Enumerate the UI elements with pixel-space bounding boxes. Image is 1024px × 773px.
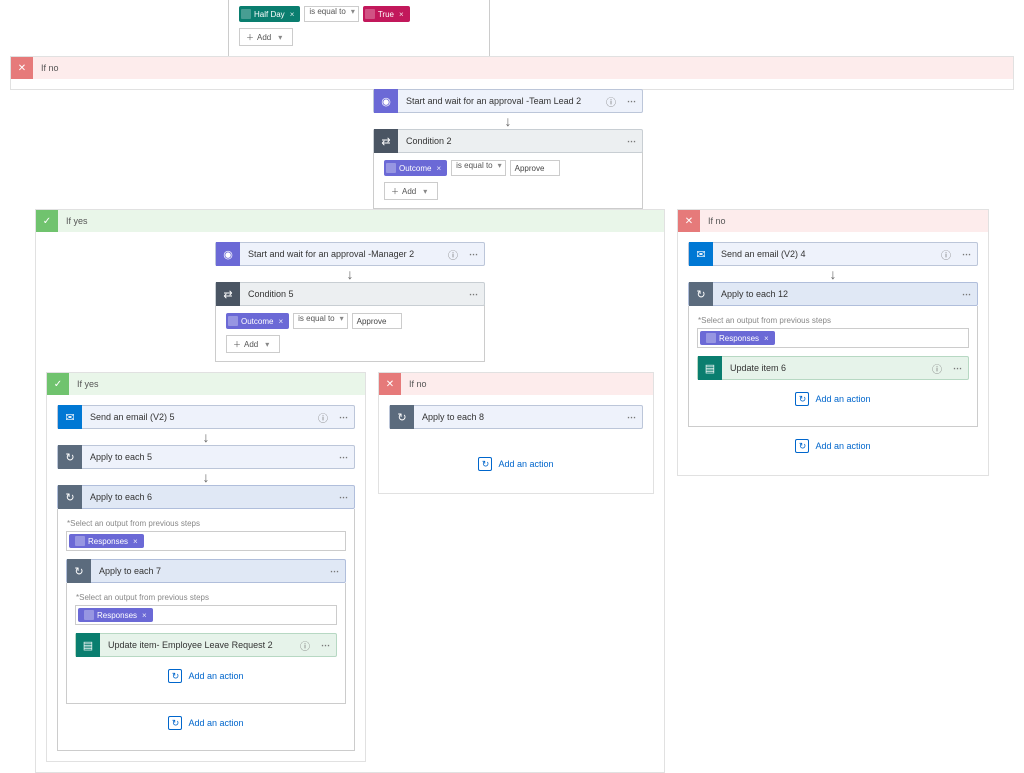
check-icon: ✓ bbox=[47, 373, 69, 395]
close-icon[interactable]: × bbox=[399, 10, 404, 19]
more-icon[interactable]: ⋯ bbox=[464, 249, 484, 260]
x-icon: ✕ bbox=[379, 373, 401, 395]
more-icon[interactable]: ⋯ bbox=[334, 452, 354, 463]
branch-header-if-no: ✕ If no bbox=[379, 373, 653, 395]
token-responses[interactable]: Responses× bbox=[700, 331, 775, 345]
responses-input[interactable]: Responses× bbox=[75, 605, 337, 625]
step-approval-teamlead2[interactable]: ◉ Start and wait for an approval -Team L… bbox=[373, 89, 643, 113]
select-output-label: *Select an output from previous steps bbox=[76, 593, 337, 602]
arrow-down-icon: ↓ bbox=[373, 113, 643, 129]
arrow-down-icon: ↓ bbox=[57, 469, 355, 485]
add-row-button[interactable]: ＋Add▾ bbox=[239, 28, 293, 46]
responses-input[interactable]: Responses× bbox=[697, 328, 969, 348]
step-condition2[interactable]: ⇄ Condition 2 ⋯ bbox=[373, 129, 643, 153]
step-condition5[interactable]: ⇄ Condition 5 ⋯ bbox=[215, 282, 485, 306]
sharepoint-icon: ▤ bbox=[698, 356, 722, 380]
sharepoint-icon: ▤ bbox=[76, 633, 100, 657]
step-apply-each-5[interactable]: ↻ Apply to each 5 ⋯ bbox=[57, 445, 355, 469]
approval-icon: ◉ bbox=[374, 89, 398, 113]
add-action-button[interactable]: ↻Add an action bbox=[688, 427, 978, 465]
step-apply-each-8[interactable]: ↻ Apply to each 8 ⋯ bbox=[389, 405, 643, 429]
more-icon[interactable]: ⋯ bbox=[622, 136, 642, 147]
responses-input[interactable]: Responses× bbox=[66, 531, 346, 551]
value-input[interactable]: Approve bbox=[352, 313, 402, 329]
value-input[interactable]: Approve bbox=[510, 160, 560, 176]
step-send-email-5[interactable]: ✉ Send an email (V2) 5 ⓘ ⋯ bbox=[57, 405, 355, 429]
x-icon: ✕ bbox=[678, 210, 700, 232]
add-action-button[interactable]: ↻Add an action bbox=[66, 704, 346, 742]
add-action-button[interactable]: ↻Add an action bbox=[389, 429, 643, 483]
mail-icon: ✉ bbox=[689, 242, 713, 266]
top-condition-fragment: Half Day× is equal to True× ＋Add▾ bbox=[228, 0, 490, 57]
info-icon[interactable]: ⓘ bbox=[318, 410, 334, 425]
step-apply-each-12[interactable]: ↻ Apply to each 12 ⋯ bbox=[688, 282, 978, 306]
approval-icon: ◉ bbox=[216, 242, 240, 266]
more-icon[interactable]: ⋯ bbox=[948, 363, 968, 374]
step-approval-manager2[interactable]: ◉ Start and wait for an approval -Manage… bbox=[215, 242, 485, 266]
close-icon[interactable]: × bbox=[436, 164, 441, 173]
condition-icon: ⇄ bbox=[374, 129, 398, 153]
more-icon[interactable]: ⋯ bbox=[334, 492, 354, 503]
branch-header-if-yes: ✓ If yes bbox=[47, 373, 365, 395]
token-outcome[interactable]: Outcome× bbox=[226, 313, 289, 329]
token-responses[interactable]: Responses× bbox=[78, 608, 153, 622]
branch-header-if-yes: ✓ If yes bbox=[36, 210, 664, 232]
condition-icon: ⇄ bbox=[216, 282, 240, 306]
step-update-item-employee[interactable]: ▤ Update item- Employee Leave Request 2 … bbox=[75, 633, 337, 657]
if-no-branch-1: ✕ If no ◉ Start and wait for an approval… bbox=[10, 56, 1014, 90]
add-row-button[interactable]: ＋Add▾ bbox=[384, 182, 438, 200]
operator-select[interactable]: is equal to bbox=[293, 313, 347, 329]
step-apply-each-6[interactable]: ↻ Apply to each 6 ⋯ bbox=[57, 485, 355, 509]
loop-icon: ↻ bbox=[689, 282, 713, 306]
info-icon[interactable]: ⓘ bbox=[300, 638, 316, 653]
operator-select[interactable]: is equal to bbox=[451, 160, 505, 176]
mail-icon: ✉ bbox=[58, 405, 82, 429]
close-icon[interactable]: × bbox=[278, 317, 283, 326]
check-icon: ✓ bbox=[36, 210, 58, 232]
loop-icon: ↻ bbox=[67, 559, 91, 583]
more-icon[interactable]: ⋯ bbox=[622, 96, 642, 107]
x-icon: ✕ bbox=[11, 57, 33, 79]
loop-icon: ↻ bbox=[58, 445, 82, 469]
more-icon[interactable]: ⋯ bbox=[957, 249, 977, 260]
more-icon[interactable]: ⋯ bbox=[957, 289, 977, 300]
arrow-down-icon: ↓ bbox=[215, 266, 485, 282]
step-update-item-6[interactable]: ▤ Update item 6 ⓘ ⋯ bbox=[697, 356, 969, 380]
add-action-button[interactable]: ↻Add an action bbox=[75, 657, 337, 695]
arrow-down-icon: ↓ bbox=[688, 266, 978, 282]
add-row-button[interactable]: ＋Add▾ bbox=[226, 335, 280, 353]
token-half-day[interactable]: Half Day× bbox=[239, 6, 300, 22]
more-icon[interactable]: ⋯ bbox=[316, 640, 336, 651]
operator-select[interactable]: is equal to bbox=[304, 6, 358, 22]
info-icon[interactable]: ⓘ bbox=[448, 247, 464, 262]
add-action-button[interactable]: ↻Add an action bbox=[697, 380, 969, 418]
branch-header-if-no: ✕ If no bbox=[678, 210, 988, 232]
info-icon[interactable]: ⓘ bbox=[932, 361, 948, 376]
info-icon[interactable]: ⓘ bbox=[606, 94, 622, 109]
step-send-email-4[interactable]: ✉ Send an email (V2) 4 ⓘ ⋯ bbox=[688, 242, 978, 266]
select-output-label: *Select an output from previous steps bbox=[67, 519, 346, 528]
step-apply-each-7[interactable]: ↻ Apply to each 7 ⋯ bbox=[66, 559, 346, 583]
arrow-down-icon: ↓ bbox=[57, 429, 355, 445]
token-outcome[interactable]: Outcome× bbox=[384, 160, 447, 176]
select-output-label: *Select an output from previous steps bbox=[698, 316, 969, 325]
more-icon[interactable]: ⋯ bbox=[622, 412, 642, 423]
loop-icon: ↻ bbox=[390, 405, 414, 429]
more-icon[interactable]: ⋯ bbox=[325, 566, 345, 577]
token-responses[interactable]: Responses× bbox=[69, 534, 144, 548]
close-icon[interactable]: × bbox=[290, 10, 295, 19]
info-icon[interactable]: ⓘ bbox=[941, 247, 957, 262]
token-true[interactable]: True× bbox=[363, 6, 410, 22]
more-icon[interactable]: ⋯ bbox=[464, 289, 484, 300]
branch-header-if-no: ✕ If no bbox=[11, 57, 1013, 79]
more-icon[interactable]: ⋯ bbox=[334, 412, 354, 423]
loop-icon: ↻ bbox=[58, 485, 82, 509]
